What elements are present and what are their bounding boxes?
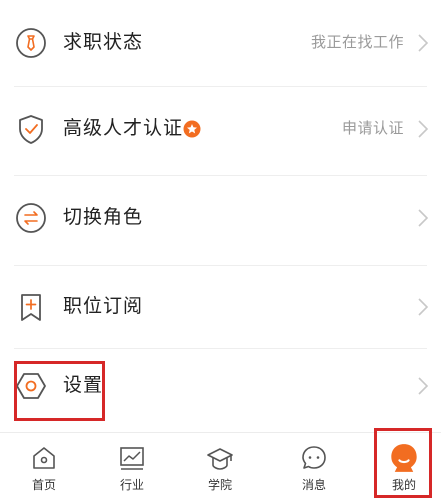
nav-item-academy[interactable]: 学院	[176, 433, 264, 500]
bookmark-plus-icon	[21, 294, 41, 321]
menu-item-label: 求职状态	[63, 31, 144, 53]
nav-item-home[interactable]: 首页	[0, 433, 88, 500]
tie-icon	[16, 28, 46, 58]
swap-icon	[16, 203, 46, 233]
graduation-cap-icon	[207, 448, 233, 470]
nav-label: 行业	[119, 478, 144, 492]
settings-highlight-box	[14, 361, 105, 421]
message-icon	[302, 446, 326, 469]
profile-tab-highlight-box	[374, 428, 432, 498]
chevron-right-icon	[418, 298, 429, 316]
nav-item-messages[interactable]: 消息	[270, 433, 358, 500]
menu-item-label: 切换角色	[63, 206, 144, 228]
home-icon	[33, 447, 55, 469]
chevron-right-icon	[418, 377, 429, 395]
nav-label: 学院	[207, 478, 232, 492]
chart-icon	[120, 447, 144, 470]
menu-item-switch-role[interactable]: 切换角色	[0, 175, 441, 261]
chevron-right-icon	[418, 209, 429, 227]
nav-item-industry[interactable]: 行业	[88, 433, 176, 500]
chevron-right-icon	[418, 34, 429, 52]
menu-item-job-status[interactable]: 求职状态 我正在找工作	[0, 0, 441, 86]
nav-label: 消息	[301, 478, 326, 492]
certification-value: 申请认证	[341, 119, 404, 137]
chevron-right-icon	[418, 120, 429, 138]
job-status-value: 我正在找工作	[310, 33, 404, 51]
menu-item-label: 高级人才认证	[63, 117, 184, 139]
menu-item-label: 职位订阅	[63, 295, 144, 317]
star-badge-icon	[183, 120, 201, 138]
nav-label: 首页	[31, 478, 56, 492]
shield-check-icon	[19, 115, 43, 144]
menu-item-talent-certification[interactable]: 高级人才认证 申请认证	[0, 86, 441, 172]
menu-item-job-subscription[interactable]: 职位订阅	[0, 264, 441, 350]
